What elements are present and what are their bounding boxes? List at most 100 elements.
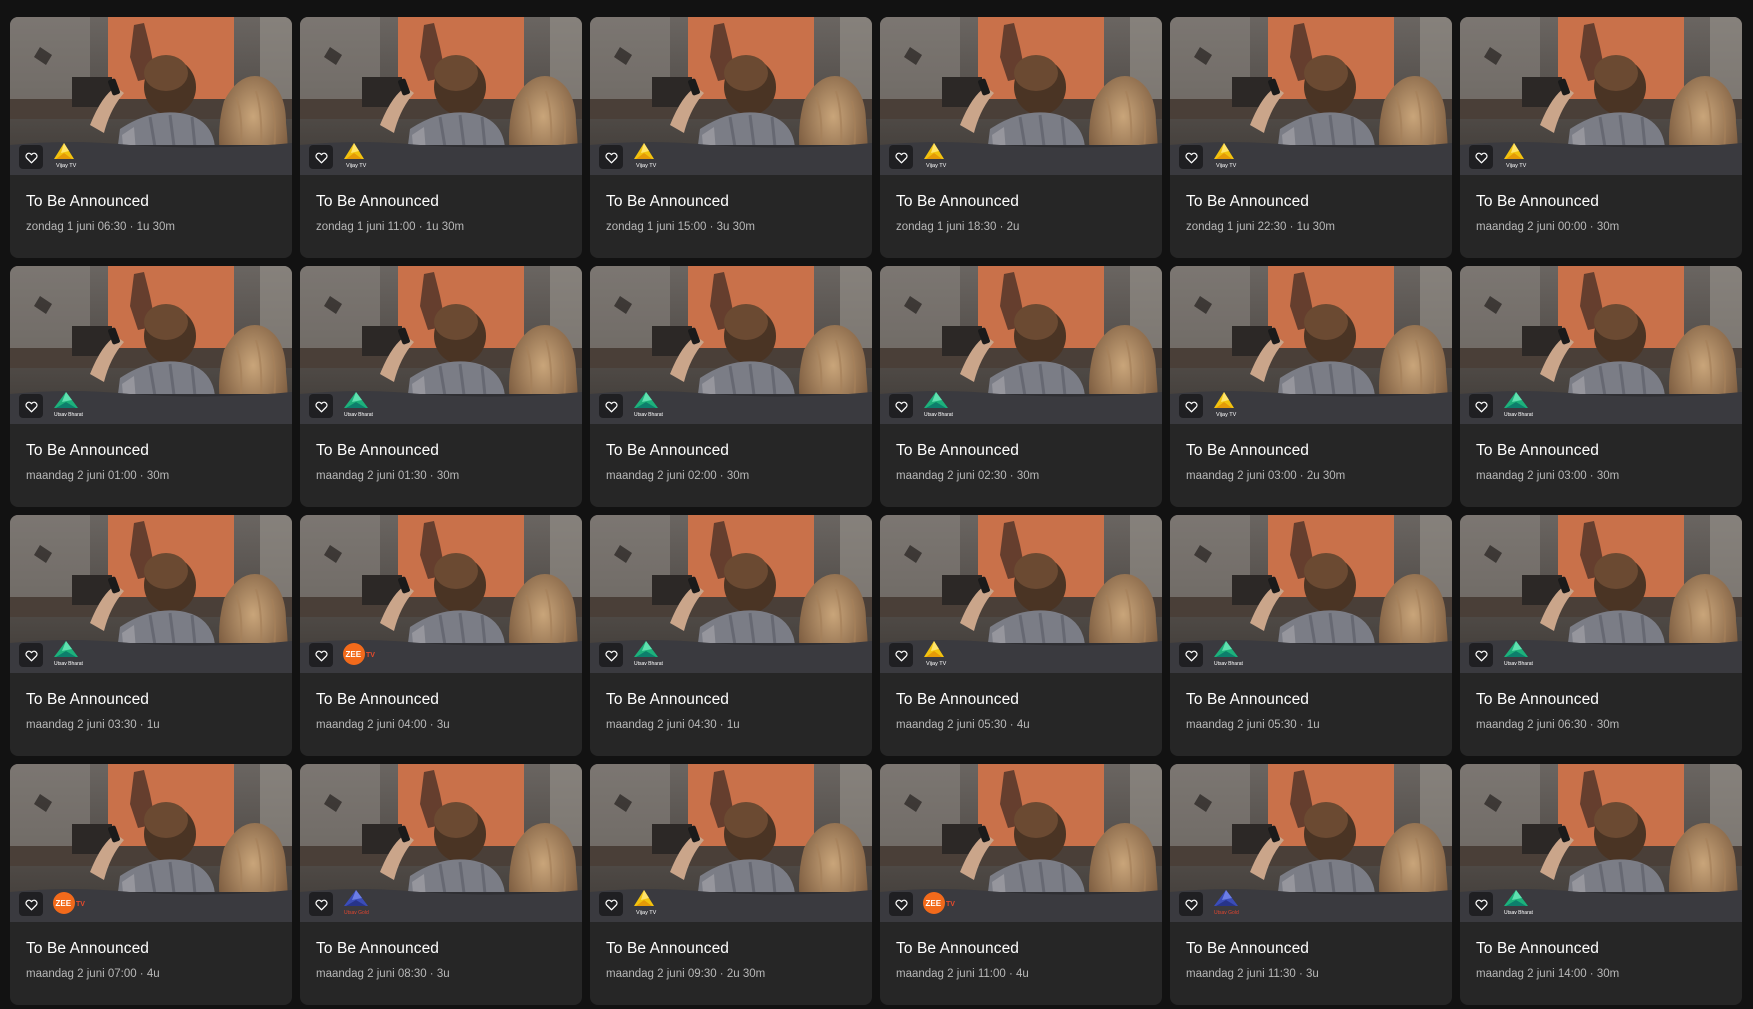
program-title: To Be Announced [1186, 940, 1310, 957]
program-title: To Be Announced [896, 193, 1020, 210]
program-card[interactable]: Vijay TV To Be Announced maandag 2 juni … [880, 515, 1162, 756]
program-card[interactable]: Utsav Bharat To Be Announced maandag 2 j… [10, 515, 292, 756]
program-schedule: maandag 2 juni 01:00 · 30m [26, 470, 170, 482]
program-card[interactable]: Utsav Bharat To Be Announced maandag 2 j… [590, 515, 872, 756]
heart-outline-icon [604, 899, 618, 910]
svg-text:Utsav Bharat: Utsav Bharat [54, 412, 84, 418]
favorite-button[interactable] [889, 145, 913, 169]
favorite-button[interactable] [309, 892, 333, 916]
program-card[interactable]: Utsav Gold To Be Announced maandag 2 jun… [300, 764, 582, 1005]
heart-outline-icon [1474, 899, 1488, 910]
program-thumbnail: Utsav Bharat [10, 266, 292, 424]
favorite-button[interactable] [1469, 892, 1493, 916]
program-schedule: zondag 1 juni 22:30 · 1u 30m [1186, 221, 1335, 233]
program-title: To Be Announced [316, 691, 440, 708]
heart-outline-icon [894, 650, 908, 661]
program-card[interactable]: Vijay TV To Be Announced zondag 1 juni 2… [1170, 17, 1452, 258]
program-title: To Be Announced [896, 940, 1020, 957]
program-thumbnail: Vijay TV [590, 764, 872, 922]
svg-text:ZEE: ZEE [346, 650, 362, 659]
program-title: To Be Announced [896, 442, 1020, 459]
svg-text:Vijay TV: Vijay TV [1216, 163, 1237, 169]
vijay-tv-logo: Vijay TV [632, 141, 672, 171]
favorite-button[interactable] [599, 394, 623, 418]
program-card[interactable]: Utsav Bharat To Be Announced maandag 2 j… [590, 266, 872, 507]
program-card[interactable]: Vijay TV To Be Announced maandag 2 juni … [1170, 266, 1452, 507]
favorite-button[interactable] [1469, 643, 1493, 667]
heart-outline-icon [1184, 401, 1198, 412]
svg-text:Vijay TV: Vijay TV [636, 163, 657, 169]
program-thumbnail: Vijay TV [880, 515, 1162, 673]
utsav-bharat-logo: Utsav Bharat [632, 639, 672, 669]
program-thumbnail: Utsav Bharat [1170, 515, 1452, 673]
program-card[interactable]: Vijay TV To Be Announced maandag 2 juni … [590, 764, 872, 1005]
program-card[interactable]: Utsav Bharat To Be Announced maandag 2 j… [1170, 515, 1452, 756]
program-card[interactable]: Utsav Bharat To Be Announced maandag 2 j… [1460, 764, 1742, 1005]
favorite-button[interactable] [1469, 145, 1493, 169]
svg-text:TV: TV [366, 652, 375, 659]
program-title: To Be Announced [26, 442, 150, 459]
favorite-button[interactable] [309, 145, 333, 169]
program-schedule: maandag 2 juni 07:00 · 4u [26, 968, 160, 980]
program-title: To Be Announced [1476, 940, 1600, 957]
program-title: To Be Announced [316, 442, 440, 459]
program-schedule: zondag 1 juni 11:00 · 1u 30m [316, 221, 465, 233]
utsav-bharat-logo: Utsav Bharat [1502, 639, 1542, 669]
program-card[interactable]: Utsav Bharat To Be Announced maandag 2 j… [880, 266, 1162, 507]
program-title: To Be Announced [606, 442, 730, 459]
favorite-button[interactable] [1179, 892, 1203, 916]
program-card[interactable]: Vijay TV To Be Announced zondag 1 juni 0… [10, 17, 292, 258]
favorite-button[interactable] [309, 643, 333, 667]
program-title: To Be Announced [606, 940, 730, 957]
heart-outline-icon [24, 152, 38, 163]
program-thumbnail: Vijay TV [880, 17, 1162, 175]
heart-outline-icon [604, 401, 618, 412]
favorite-button[interactable] [19, 643, 43, 667]
favorite-button[interactable] [309, 394, 333, 418]
program-card[interactable]: Utsav Bharat To Be Announced maandag 2 j… [1460, 515, 1742, 756]
vijay-tv-logo: Vijay TV [342, 141, 382, 171]
program-card[interactable]: Utsav Bharat To Be Announced maandag 2 j… [10, 266, 292, 507]
favorite-button[interactable] [1179, 394, 1203, 418]
program-card[interactable]: Utsav Bharat To Be Announced maandag 2 j… [300, 266, 582, 507]
svg-text:Vijay TV: Vijay TV [346, 163, 367, 169]
svg-text:Utsav Gold: Utsav Gold [344, 910, 369, 916]
heart-outline-icon [314, 899, 328, 910]
program-card[interactable]: ZEE TV To Be Announced maandag 2 juni 04:… [300, 515, 582, 756]
favorite-button[interactable] [889, 892, 913, 916]
program-card[interactable]: Vijay TV To Be Announced zondag 1 juni 1… [300, 17, 582, 258]
program-card[interactable]: Utsav Gold To Be Announced maandag 2 jun… [1170, 764, 1452, 1005]
heart-outline-icon [604, 152, 618, 163]
favorite-button[interactable] [19, 394, 43, 418]
program-thumbnail: Vijay TV [1460, 17, 1742, 175]
favorite-button[interactable] [1469, 394, 1493, 418]
program-title: To Be Announced [606, 691, 730, 708]
program-schedule: maandag 2 juni 05:30 · 4u [896, 719, 1030, 731]
svg-text:Utsav Bharat: Utsav Bharat [1504, 661, 1534, 667]
favorite-button[interactable] [19, 145, 43, 169]
program-thumbnail: Utsav Bharat [1460, 764, 1742, 922]
program-card[interactable]: Vijay TV To Be Announced zondag 1 juni 1… [880, 17, 1162, 258]
program-card[interactable]: ZEE TV To Be Announced maandag 2 juni 11:… [880, 764, 1162, 1005]
program-card[interactable]: Vijay TV To Be Announced zondag 1 juni 1… [590, 17, 872, 258]
favorite-button[interactable] [889, 643, 913, 667]
vijay-tv-logo: Vijay TV [52, 141, 92, 171]
favorite-button[interactable] [599, 643, 623, 667]
favorite-button[interactable] [1179, 145, 1203, 169]
program-card[interactable]: Vijay TV To Be Announced maandag 2 juni … [1460, 17, 1742, 258]
utsav-bharat-logo: Utsav Bharat [52, 390, 92, 420]
favorite-button[interactable] [19, 892, 43, 916]
program-schedule: maandag 2 juni 02:30 · 30m [896, 470, 1040, 482]
program-schedule: maandag 2 juni 06:30 · 30m [1476, 719, 1620, 731]
favorite-button[interactable] [889, 394, 913, 418]
program-thumbnail: Vijay TV [1170, 17, 1452, 175]
favorite-button[interactable] [599, 892, 623, 916]
program-card[interactable]: Utsav Bharat To Be Announced maandag 2 j… [1460, 266, 1742, 507]
program-thumbnail: ZEE TV [880, 764, 1162, 922]
program-thumbnail: Utsav Gold [300, 764, 582, 922]
program-title: To Be Announced [26, 940, 150, 957]
favorite-button[interactable] [599, 145, 623, 169]
program-thumbnail: Vijay TV [1170, 266, 1452, 424]
program-card[interactable]: ZEE TV To Be Announced maandag 2 juni 07:… [10, 764, 292, 1005]
favorite-button[interactable] [1179, 643, 1203, 667]
